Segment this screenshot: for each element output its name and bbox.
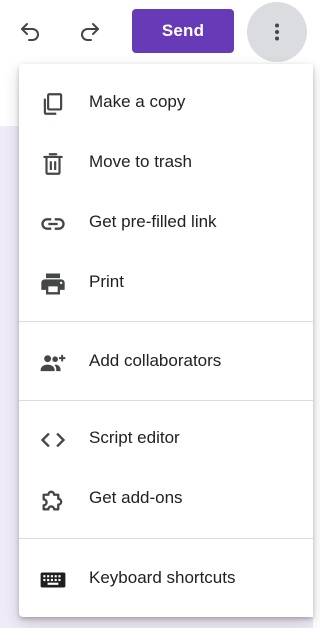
more-options-button[interactable] (247, 2, 307, 62)
link-icon (39, 210, 67, 238)
send-button[interactable]: Send (132, 9, 234, 53)
toolbar: Send (0, 0, 313, 64)
add-people-icon (39, 349, 67, 377)
menu-item-label: Print (89, 272, 124, 291)
menu-item-label: Script editor (89, 428, 180, 447)
redo-icon (81, 23, 99, 41)
menu-item-label: Get add-ons (89, 488, 183, 507)
puzzle-icon (39, 486, 67, 514)
menu-item-print[interactable]: Print (19, 254, 313, 310)
menu-item-label: Add collaborators (89, 351, 222, 370)
menu-item-label: Move to trash (89, 152, 192, 171)
menu-item-label: Make a copy (89, 92, 186, 111)
copy-icon (39, 90, 67, 118)
undo-icon (21, 23, 39, 41)
menu-divider (19, 400, 313, 401)
menu-divider (19, 321, 313, 322)
menu-item-get-add-ons[interactable]: Get add-ons (19, 470, 313, 526)
keyboard-icon (39, 566, 67, 594)
undo-button[interactable] (10, 12, 50, 52)
menu-divider (19, 538, 313, 539)
more-options-menu: Make a copy Move to trash Get pre-filled… (19, 64, 313, 617)
menu-item-add-collaborators[interactable]: Add collaborators (19, 333, 313, 389)
menu-item-script-editor[interactable]: Script editor (19, 410, 313, 466)
printer-icon (39, 270, 67, 298)
menu-item-make-a-copy[interactable]: Make a copy (19, 74, 313, 130)
menu-item-keyboard-shortcuts[interactable]: Keyboard shortcuts (19, 550, 313, 606)
menu-item-get-pre-filled-link[interactable]: Get pre-filled link (19, 194, 313, 250)
redo-button[interactable] (70, 12, 110, 52)
menu-item-move-to-trash[interactable]: Move to trash (19, 134, 313, 190)
menu-item-label: Get pre-filled link (89, 212, 217, 231)
trash-icon (39, 150, 67, 178)
more-vert-icon (275, 23, 279, 41)
menu-item-label: Keyboard shortcuts (89, 568, 236, 587)
code-icon (39, 426, 67, 454)
